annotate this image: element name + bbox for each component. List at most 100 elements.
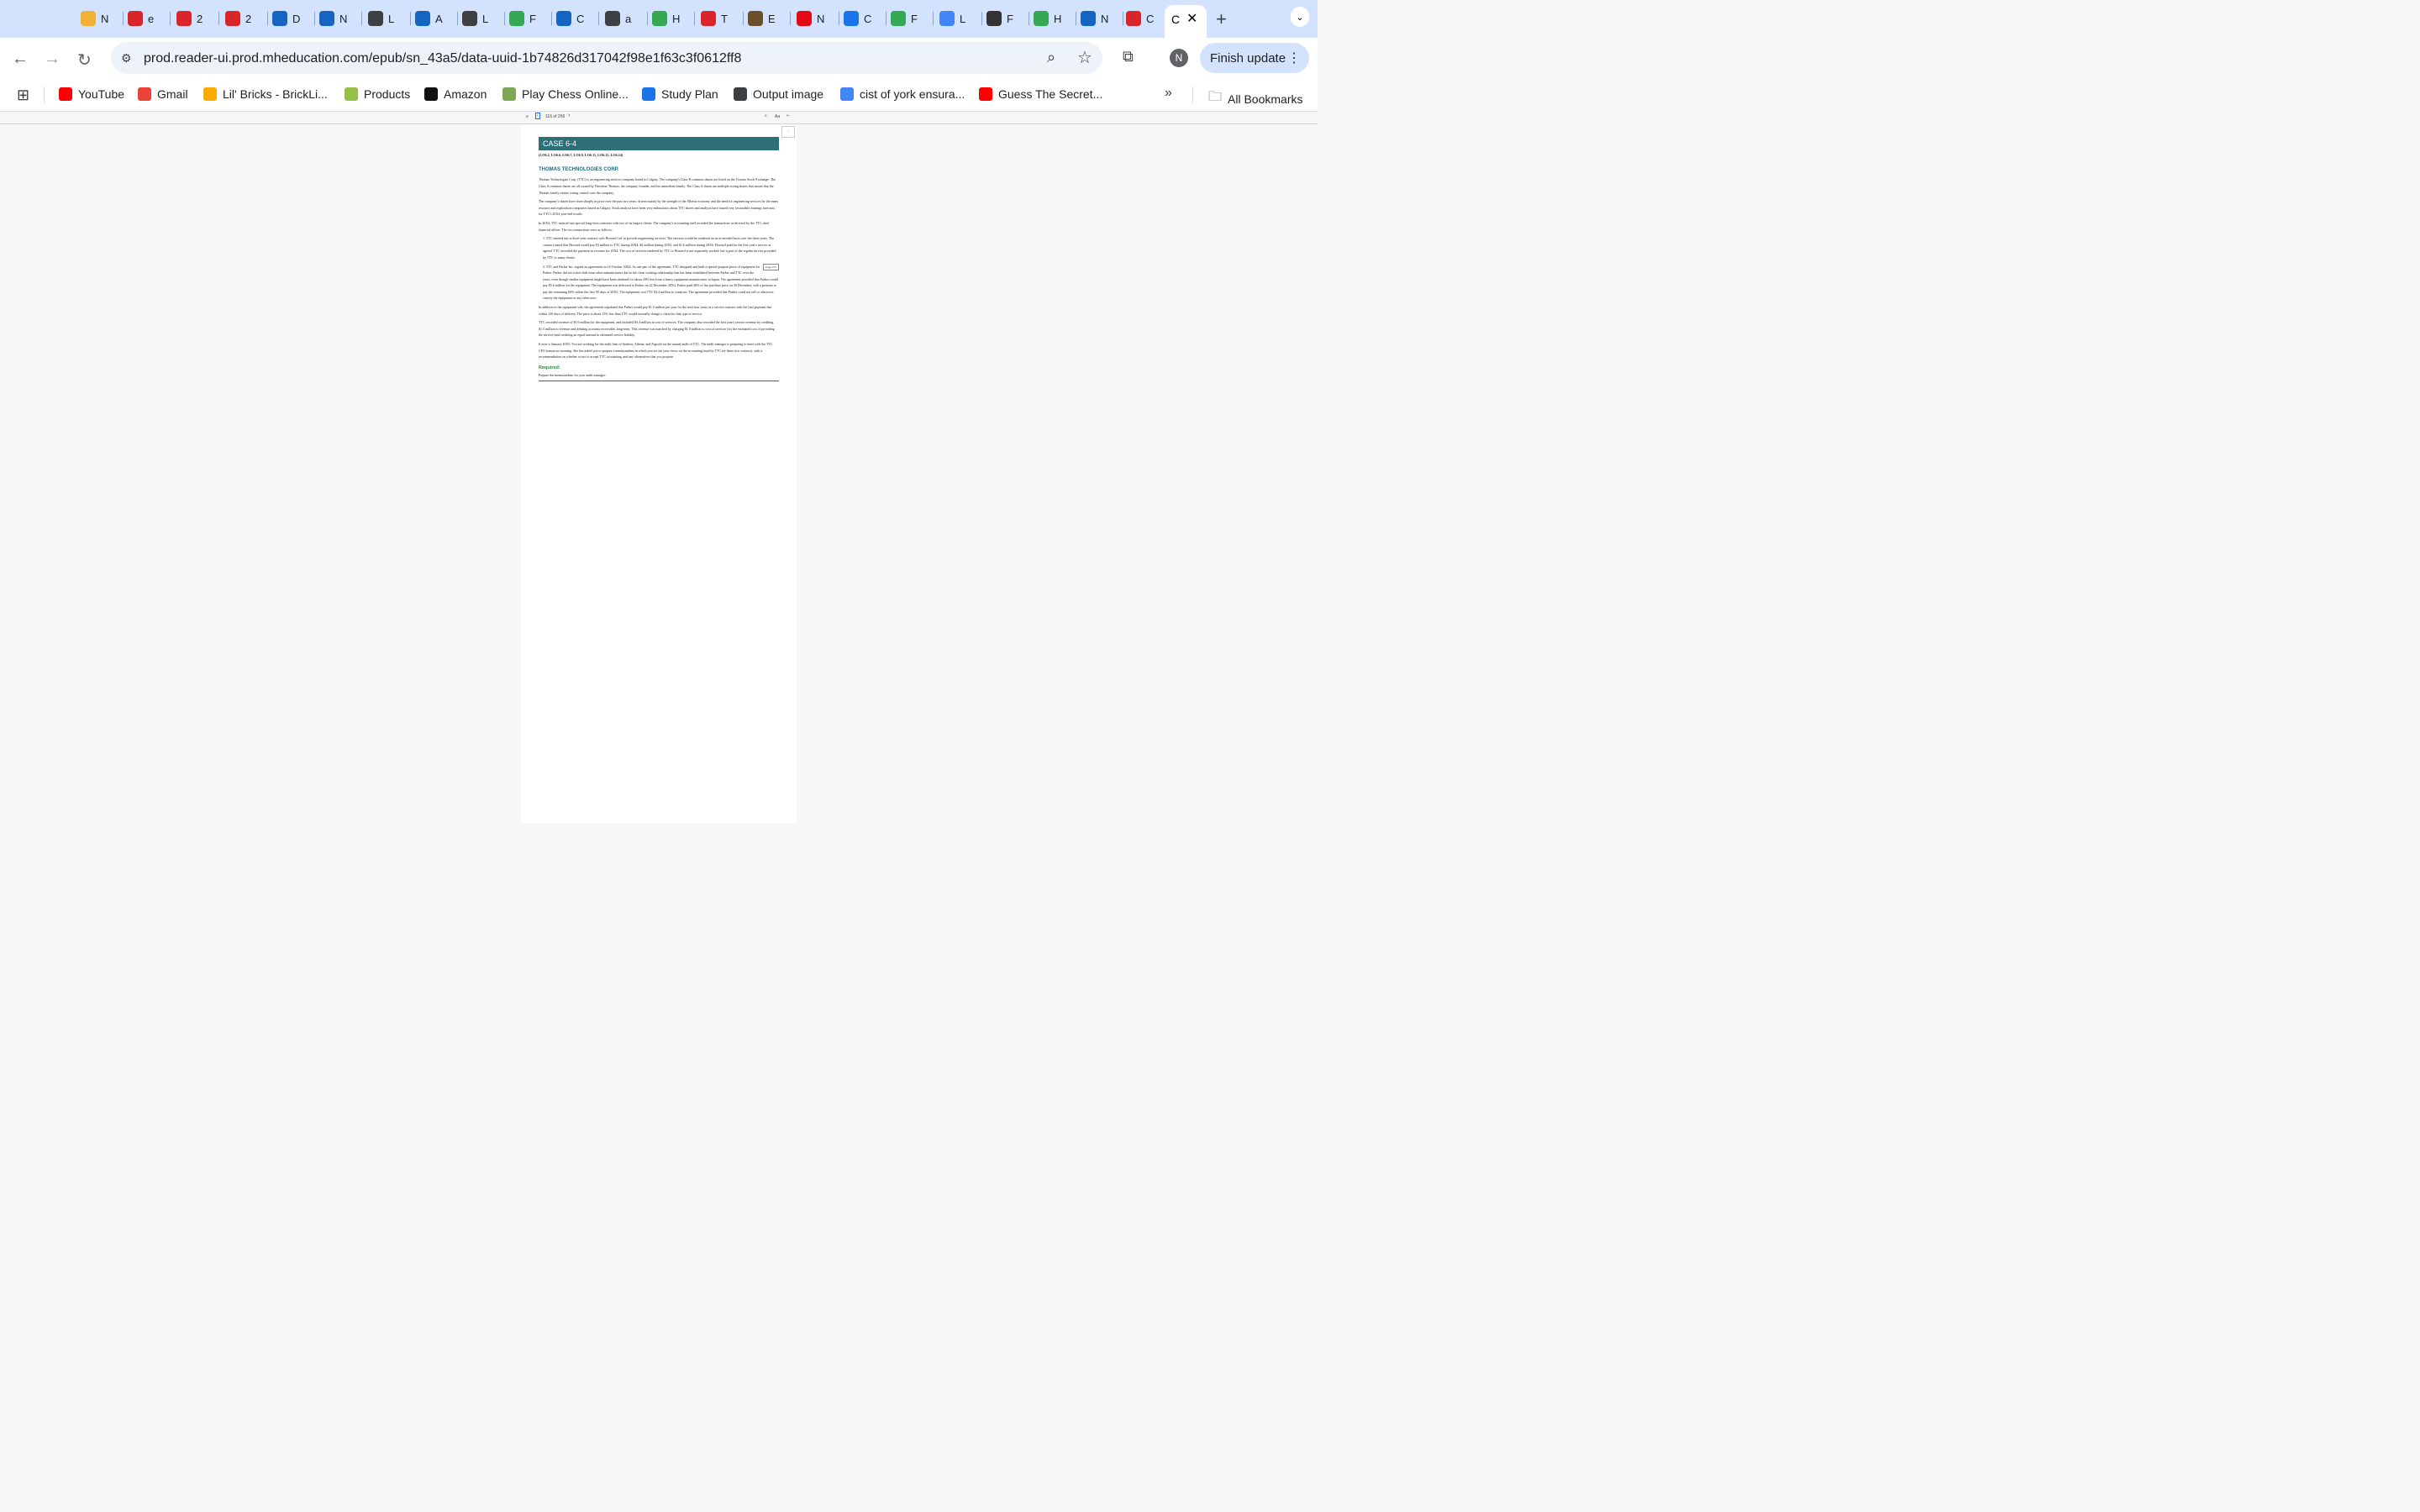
tab-separator <box>598 12 599 25</box>
browser-tab[interactable]: T <box>701 8 728 29</box>
list-item-2: Page 377 2. TTC and Parker Inc. signed a… <box>539 263 779 302</box>
bookmark-label: cist of york ensura... <box>860 87 965 101</box>
youtube-icon <box>59 87 72 101</box>
case-document: CASE 6-4 (LO6.2, LO6.6, LO6.7, LO6.9, LO… <box>539 137 779 381</box>
bookmark-google[interactable]: cist of york ensura... <box>840 87 965 101</box>
extensions-puzzle-icon[interactable]: ⧉ <box>1123 48 1134 66</box>
bookmark-bricks[interactable]: Lil' Bricks - BrickLi... <box>203 87 328 101</box>
address-bar[interactable]: ⚙ prod.reader-ui.prod.mheducation.com/ep… <box>111 42 1102 74</box>
browser-tab[interactable]: H <box>652 8 680 29</box>
tab-separator <box>218 12 219 25</box>
forward-arrow-icon[interactable]: → <box>44 50 60 69</box>
active-tab[interactable]: C ✕ <box>1165 5 1207 38</box>
tab-title: N <box>339 12 348 25</box>
tab-separator <box>647 12 648 25</box>
tab-title: T <box>721 12 728 25</box>
profile-avatar[interactable]: N <box>1170 49 1188 67</box>
tab-title: L <box>482 12 489 25</box>
url-text[interactable]: prod.reader-ui.prod.mheducation.com/epub… <box>144 51 741 66</box>
browser-tab[interactable]: N <box>797 8 824 29</box>
browser-tab[interactable]: e <box>128 8 154 29</box>
browser-tab[interactable]: N <box>81 8 108 29</box>
list-item-1: 1. TTC entered into a three-year contrac… <box>543 236 776 260</box>
next-page-icon[interactable]: › <box>568 113 570 118</box>
more-bookmarks-chevron-icon[interactable]: » <box>1165 86 1172 101</box>
browser-tab[interactable]: C <box>844 8 871 29</box>
browser-tab[interactable]: L <box>462 8 488 29</box>
tab-title: 2 <box>197 12 203 25</box>
back-to-top-icon[interactable]: ⇠ <box>786 113 790 118</box>
finish-update-button[interactable]: Finish update ⋮ <box>1200 43 1309 73</box>
browser-tab[interactable]: N <box>319 8 347 29</box>
apps-grid-icon[interactable]: ⊞ <box>17 87 29 104</box>
bookmark-youtube[interactable]: YouTube <box>59 87 124 101</box>
browser-tab[interactable]: E <box>748 8 776 29</box>
browser-tab[interactable]: F <box>986 8 1013 29</box>
font-settings-button[interactable]: Aa <box>775 114 780 119</box>
bookmark-chess[interactable]: Play Chess Online... <box>502 87 629 101</box>
paragraph-3: In 20X4, TTC entered into special long-t… <box>539 220 770 232</box>
bookmark-p[interactable]: Study Plan <box>642 87 718 101</box>
bookmark-label: Study Plan <box>661 87 718 101</box>
browser-tab[interactable]: H <box>1034 8 1061 29</box>
browser-tab[interactable]: F <box>891 8 918 29</box>
bookmark-page-icon[interactable]: ▫ <box>781 126 795 138</box>
required-task: Prepare the memorandum for your audit ma… <box>539 373 606 378</box>
tab-separator <box>743 12 744 25</box>
browser-tab[interactable]: C <box>556 8 584 29</box>
bookmark-shopify[interactable]: Products <box>345 87 410 101</box>
chart-favicon-icon <box>81 11 96 26</box>
tab-separator <box>410 12 411 25</box>
bookmark-globe[interactable]: Output image <box>734 87 823 101</box>
zoom-icon[interactable]: ⌕ <box>1047 49 1055 66</box>
browser-tab[interactable]: C <box>1126 8 1154 29</box>
kebab-menu-icon[interactable]: ⋮ <box>1287 50 1301 66</box>
bookmark-label: YouTube <box>78 87 125 101</box>
new-tab-plus-icon[interactable]: + <box>1216 8 1227 30</box>
search-icon[interactable]: ⌕ <box>765 113 767 118</box>
close-tab-icon[interactable]: ✕ <box>1186 10 1197 27</box>
gmail-icon <box>138 87 151 101</box>
tab-separator <box>123 12 124 25</box>
paragraph-1: Thomas Technologies Corp. (TTC) is an en… <box>539 177 776 195</box>
page-reference: Page 377 <box>763 263 779 271</box>
tab-title: H <box>1054 12 1062 25</box>
prev-page-icon[interactable]: ‹ <box>535 113 540 119</box>
browser-tab[interactable]: 2 <box>176 8 203 29</box>
tab-separator <box>504 12 505 25</box>
tab-separator <box>1028 12 1029 25</box>
tab-separator <box>933 12 934 25</box>
learning-objectives: (LO6.2, LO6.6, LO6.7, LO6.9, LO6.11, LO6… <box>539 153 623 157</box>
toc-menu-icon[interactable]: ≡ <box>526 114 529 119</box>
tab-separator <box>694 12 695 25</box>
tab-title: C <box>1146 12 1155 25</box>
bookmark-amazon[interactable]: Amazon <box>424 87 487 101</box>
tab-search-chevron-icon[interactable]: ⌄ <box>1291 7 1309 27</box>
shopify-icon <box>345 87 358 101</box>
browser-tab[interactable]: F <box>509 8 536 29</box>
browser-tab[interactable]: D <box>272 8 300 29</box>
paragraph-6: It now is January 20X5. You are working … <box>539 342 773 360</box>
bookmark-gmail[interactable]: Gmail <box>138 87 188 101</box>
mc-favicon-icon <box>701 11 716 26</box>
browser-tab[interactable]: N <box>1081 8 1108 29</box>
browser-tab[interactable]: a <box>605 8 631 29</box>
reload-icon[interactable]: ↻ <box>77 50 92 71</box>
browser-tab[interactable]: A <box>415 8 443 29</box>
browser-tab[interactable]: 2 <box>225 8 251 29</box>
bookmark-youtube[interactable]: Guess The Secret... <box>979 87 1102 101</box>
bookmark-label: Amazon <box>444 87 487 101</box>
bookmark-divider <box>44 87 45 103</box>
bookmark-divider <box>1192 87 1193 103</box>
site-settings-icon[interactable]: ⚙ <box>121 51 132 66</box>
tab-separator <box>170 12 171 25</box>
tab-title: a <box>625 12 632 25</box>
browser-tab[interactable]: L <box>939 8 965 29</box>
all-bookmarks-folder[interactable]: 🗀 All Bookmarks <box>1208 87 1302 110</box>
back-arrow-icon[interactable]: ← <box>12 50 29 69</box>
browser-tab[interactable]: L <box>368 8 394 29</box>
s-favicon-icon <box>556 11 571 26</box>
tab-title: A <box>435 12 443 25</box>
bookmark-star-icon[interactable]: ☆ <box>1077 47 1092 68</box>
drive-favicon-icon <box>1034 11 1049 26</box>
